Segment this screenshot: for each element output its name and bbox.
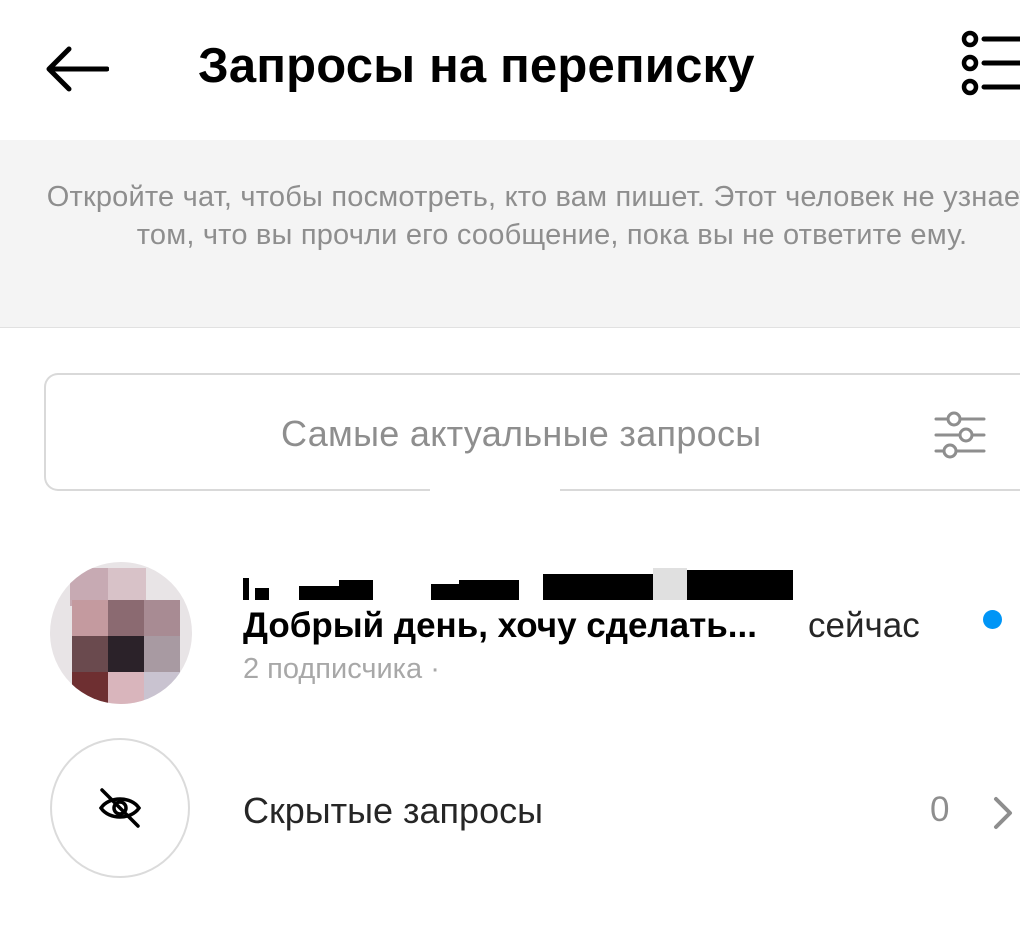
sliders-icon xyxy=(934,411,986,459)
filter-label: Самые актуальные запросы xyxy=(281,413,762,454)
banner-text: Откройте чат, чтобы посмотреть, кто вам … xyxy=(46,181,1020,251)
page-title: Запросы на переписку xyxy=(198,39,755,93)
hidden-requests-count: 0 xyxy=(930,790,950,829)
header-bar: Запросы на переписку xyxy=(0,0,1020,140)
hidden-requests-row[interactable]: Скрытые запросы 0 xyxy=(0,735,1020,885)
message-time: сейчас xyxy=(808,606,920,645)
hidden-requests-icon-circle xyxy=(50,738,190,878)
unread-indicator xyxy=(983,610,1002,629)
eye-off-icon xyxy=(98,788,142,828)
hidden-requests-label: Скрытые запросы xyxy=(243,790,543,831)
redacted-name xyxy=(243,568,793,600)
avatar xyxy=(50,562,192,704)
filter-notch xyxy=(430,476,560,516)
info-banner: Откройте чат, чтобы посмотреть, кто вам … xyxy=(0,140,1020,328)
followers-count: 2 подписчика · xyxy=(243,653,440,685)
menu-button[interactable] xyxy=(952,28,1020,98)
sort-filter-button[interactable]: Самые актуальные запросы xyxy=(44,373,1020,491)
back-button[interactable] xyxy=(40,40,112,98)
arrow-left-icon xyxy=(46,46,109,92)
message-preview: Добрый день, хочу сделать... xyxy=(243,606,757,645)
chevron-right-icon xyxy=(994,797,1012,829)
list-bullets-icon xyxy=(961,30,1020,96)
request-row[interactable]: Добрый день, хочу сделать... сейчас 2 по… xyxy=(0,520,1020,710)
